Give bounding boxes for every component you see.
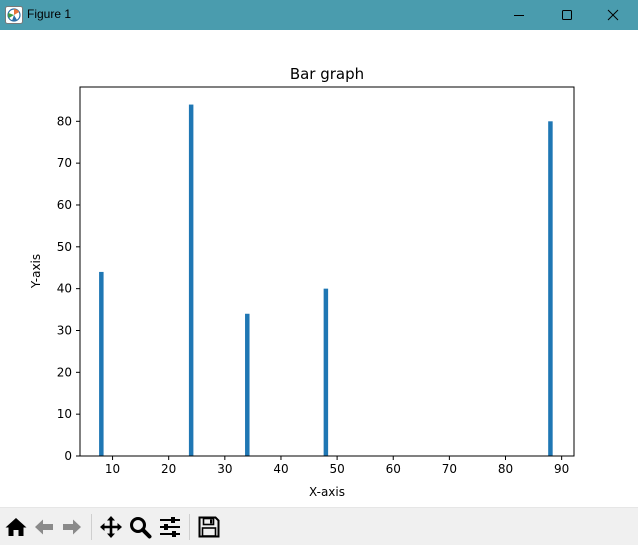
y-tick-label: 50 [57, 240, 72, 254]
toolbar-separator [91, 514, 92, 540]
configure-subplots-button[interactable] [156, 512, 184, 542]
x-tick-label: 90 [554, 462, 569, 476]
subplots-icon [158, 515, 182, 539]
x-tick-label: 50 [329, 462, 344, 476]
back-button[interactable] [30, 512, 58, 542]
y-tick-label: 60 [57, 198, 72, 212]
y-tick-label: 20 [57, 365, 72, 379]
x-tick-label: 70 [442, 462, 457, 476]
minimize-button[interactable] [496, 0, 542, 30]
close-button[interactable] [590, 0, 636, 30]
x-tick-label: 10 [105, 462, 120, 476]
forward-button[interactable] [58, 512, 86, 542]
close-icon [607, 9, 619, 21]
maximize-button[interactable] [544, 0, 590, 30]
y-tick-label: 80 [57, 114, 72, 128]
pan-button[interactable] [97, 512, 125, 542]
home-button[interactable] [2, 512, 30, 542]
figure-canvas[interactable]: Bar graph 10 20 30 40 50 60 70 80 90 0 10 20 30 40 50… [0, 30, 638, 507]
y-tick-label: 70 [57, 156, 72, 170]
window-titlebar: Figure 1 [0, 0, 638, 30]
y-tick-label: 30 [57, 323, 72, 337]
x-tick-label: 40 [273, 462, 288, 476]
matplotlib-app-icon [5, 6, 23, 24]
back-arrow-icon [32, 515, 56, 539]
x-tick-label: 20 [161, 462, 176, 476]
forward-arrow-icon [60, 515, 84, 539]
window-title: Figure 1 [27, 7, 72, 21]
maximize-icon [561, 9, 573, 21]
pan-icon [99, 515, 123, 539]
x-tick-label: 80 [498, 462, 513, 476]
home-icon [4, 515, 28, 539]
save-icon [197, 515, 221, 539]
zoom-icon [128, 515, 152, 539]
chart-title: Bar graph [290, 65, 364, 83]
bar [99, 271, 104, 456]
bar [188, 104, 194, 457]
minimize-icon [513, 9, 525, 21]
navigation-toolbar [0, 507, 638, 545]
y-axis-label: Y-axis [29, 254, 43, 289]
x-axis-label: X-axis [309, 485, 345, 499]
y-tick-label: 10 [57, 407, 72, 421]
bar [548, 121, 553, 456]
x-tick-label: 30 [217, 462, 232, 476]
bar [245, 313, 250, 456]
zoom-button[interactable] [126, 512, 154, 542]
y-tick-label: 40 [57, 282, 72, 296]
x-tick-label: 60 [386, 462, 401, 476]
y-tick-label: 0 [64, 449, 72, 463]
toolbar-separator [189, 514, 190, 540]
save-button[interactable] [195, 512, 223, 542]
bar [323, 288, 329, 456]
bar-chart: Bar graph 10 20 30 40 50 60 70 80 90 0 10 20 30 40 50… [29, 65, 575, 499]
